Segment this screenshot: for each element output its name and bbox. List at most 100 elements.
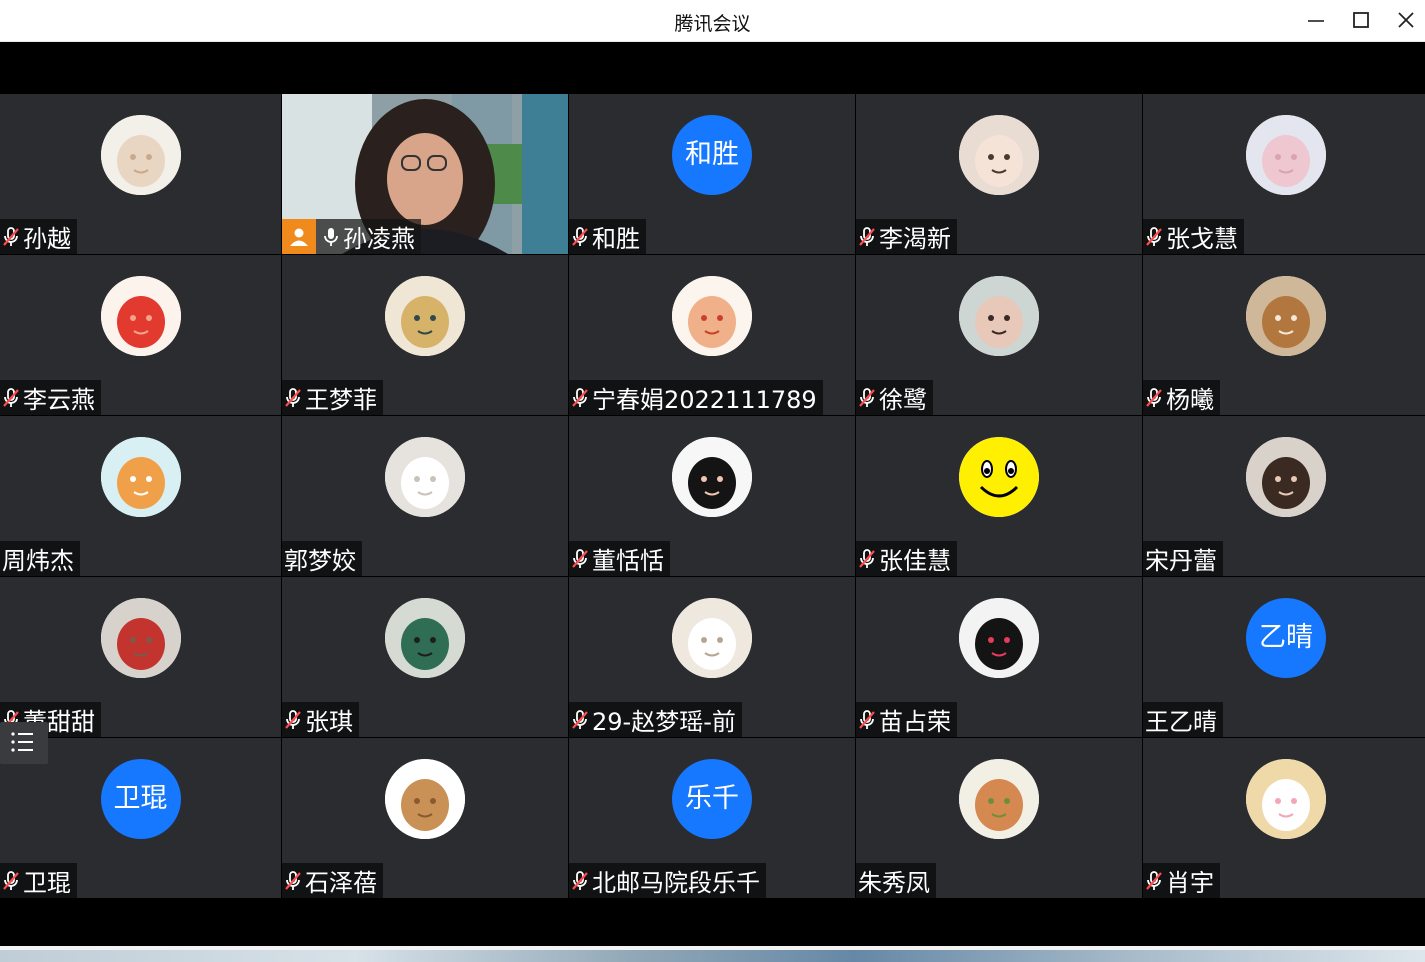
mic-muted-icon bbox=[1146, 226, 1162, 246]
participant-name: 北邮马院段乐千 bbox=[592, 869, 760, 897]
participant-tile[interactable]: 董甜甜 bbox=[0, 577, 281, 737]
mic-muted-icon bbox=[572, 870, 588, 890]
participant-tile[interactable]: 石泽蓓 bbox=[282, 738, 568, 898]
participant-name-tag: 卫琨 bbox=[0, 863, 77, 898]
participant-name-tag: 朱秀凤 bbox=[856, 863, 936, 898]
participant-name: 周炜杰 bbox=[2, 547, 74, 575]
participant-tile[interactable]: 张佳慧 bbox=[856, 416, 1142, 576]
participant-name-tag: 徐鹭 bbox=[856, 380, 933, 415]
participant-name: 张戈慧 bbox=[1166, 225, 1238, 253]
lion-plush-avatar-icon bbox=[385, 759, 465, 839]
participant-tile[interactable]: 张琪 bbox=[282, 577, 568, 737]
text-avatar: 乙晴 bbox=[1246, 598, 1326, 678]
participant-tile[interactable]: 宁春娟2022111789 bbox=[569, 255, 855, 415]
maruko-avatar-icon bbox=[959, 598, 1039, 678]
pink-bear-avatar-icon bbox=[1246, 115, 1326, 195]
participant-tile[interactable]: 29-赵梦瑶-前 bbox=[569, 577, 855, 737]
participant-tile[interactable]: 徐鹭 bbox=[856, 255, 1142, 415]
mic-muted-icon bbox=[3, 387, 19, 407]
mic-muted-icon bbox=[572, 226, 588, 246]
painting-avatar-icon bbox=[385, 276, 465, 356]
participant-name-tag: 北邮马院段乐千 bbox=[569, 863, 766, 898]
mic-muted-icon bbox=[859, 548, 875, 568]
minimize-button[interactable] bbox=[1301, 6, 1331, 34]
participant-tile[interactable]: 董恬恬 bbox=[569, 416, 855, 576]
participant-name-tag: 张琪 bbox=[282, 702, 359, 737]
participant-list-button[interactable] bbox=[0, 722, 48, 764]
mic-muted-icon bbox=[1146, 387, 1162, 407]
smiley-avatar-icon bbox=[959, 437, 1039, 517]
participant-tile[interactable]: 肖宇 bbox=[1143, 738, 1425, 898]
participant-name: 肖宇 bbox=[1166, 869, 1214, 897]
participant-name: 卫琨 bbox=[23, 869, 71, 897]
participant-tile[interactable]: 孙凌燕 bbox=[282, 94, 568, 254]
mic-muted-icon bbox=[3, 226, 19, 246]
participant-name-tag: 董恬恬 bbox=[569, 541, 670, 576]
participant-tile[interactable]: 和胜 和胜 bbox=[569, 94, 855, 254]
text-avatar: 卫琨 bbox=[100, 759, 181, 839]
mic-muted-icon bbox=[859, 387, 875, 407]
close-button[interactable] bbox=[1391, 6, 1421, 34]
samoyed-avatar-icon bbox=[385, 437, 465, 517]
participant-name-tag: 孙越 bbox=[0, 219, 77, 254]
mic-muted-icon bbox=[859, 709, 875, 729]
participant-name-tag: 李渴新 bbox=[856, 219, 957, 254]
participant-tile[interactable]: 乐千 北邮马院段乐千 bbox=[569, 738, 855, 898]
mic-muted-icon bbox=[285, 387, 301, 407]
participant-name-tag: 张戈慧 bbox=[1143, 219, 1244, 254]
participant-name: 王乙晴 bbox=[1145, 708, 1217, 736]
text-avatar: 和胜 bbox=[672, 115, 752, 195]
participant-name-tag: 孙凌燕 bbox=[282, 219, 421, 254]
participant-tile[interactable]: 孙越 bbox=[0, 94, 281, 254]
mic-muted-icon bbox=[1146, 870, 1162, 890]
maximize-button[interactable] bbox=[1346, 6, 1376, 34]
participant-tile[interactable]: 王梦菲 bbox=[282, 255, 568, 415]
woman-photo-avatar-icon bbox=[959, 276, 1039, 356]
participant-tile[interactable]: 李云燕 bbox=[0, 255, 281, 415]
participant-name-tag: 29-赵梦瑶-前 bbox=[569, 702, 742, 737]
close-icon bbox=[1398, 12, 1414, 28]
window-title: 腾讯会议 bbox=[674, 13, 751, 35]
host-badge-icon bbox=[282, 219, 316, 254]
participant-name-tag: 石泽蓓 bbox=[282, 863, 383, 898]
participant-tile[interactable]: 苗占荣 bbox=[856, 577, 1142, 737]
participant-tile[interactable]: 张戈慧 bbox=[1143, 94, 1425, 254]
participant-name: 和胜 bbox=[592, 225, 640, 253]
minimize-icon bbox=[1308, 20, 1324, 22]
man-cap-avatar-icon bbox=[100, 598, 181, 678]
shared-screen-preview-strip bbox=[0, 950, 1425, 962]
mic-muted-icon bbox=[285, 709, 301, 729]
cat-avatar-icon bbox=[100, 115, 181, 195]
participant-name-tag: 张佳慧 bbox=[856, 541, 957, 576]
participant-tile[interactable]: 乙晴王乙晴 bbox=[1143, 577, 1425, 737]
fur-hat-avatar-icon bbox=[1246, 437, 1326, 517]
participant-tile[interactable]: 郭梦姣 bbox=[282, 416, 568, 576]
participant-tile[interactable]: 李渴新 bbox=[856, 94, 1142, 254]
participant-tile[interactable]: 朱秀凤 bbox=[856, 738, 1142, 898]
participant-tile[interactable]: 杨曦 bbox=[1143, 255, 1425, 415]
participant-name-tag: 肖宇 bbox=[1143, 863, 1220, 898]
participant-name: 李渴新 bbox=[879, 225, 951, 253]
mic-muted-icon bbox=[572, 387, 588, 407]
participant-name: 苗占荣 bbox=[879, 708, 951, 736]
participant-name: 石泽蓓 bbox=[305, 869, 377, 897]
participant-name-tag: 王梦菲 bbox=[282, 380, 383, 415]
cartoon-girl-avatar-icon bbox=[672, 437, 752, 517]
mic-muted-icon bbox=[572, 709, 588, 729]
participant-name: 郭梦姣 bbox=[284, 547, 356, 575]
red-can-avatar-icon bbox=[100, 276, 181, 356]
participant-name-tag: 郭梦姣 bbox=[282, 541, 362, 576]
participant-name-tag: 宋丹蕾 bbox=[1143, 541, 1223, 576]
participant-tile[interactable]: 宋丹蕾 bbox=[1143, 416, 1425, 576]
list-icon bbox=[11, 732, 33, 752]
participant-name-tag: 杨曦 bbox=[1143, 380, 1220, 415]
title-bar: 腾讯会议 bbox=[0, 0, 1425, 42]
participant-name: 朱秀凤 bbox=[858, 869, 930, 897]
woman-green-avatar-icon bbox=[385, 598, 465, 678]
participant-name: 宋丹蕾 bbox=[1145, 547, 1217, 575]
participant-tile[interactable]: 周炜杰 bbox=[0, 416, 281, 576]
participant-name: 宁春娟2022111789 bbox=[592, 386, 817, 414]
participant-name-tag: 宁春娟2022111789 bbox=[569, 380, 823, 415]
mic-muted-icon bbox=[285, 870, 301, 890]
cartoon-girl-fish-avatar-icon bbox=[672, 276, 752, 356]
